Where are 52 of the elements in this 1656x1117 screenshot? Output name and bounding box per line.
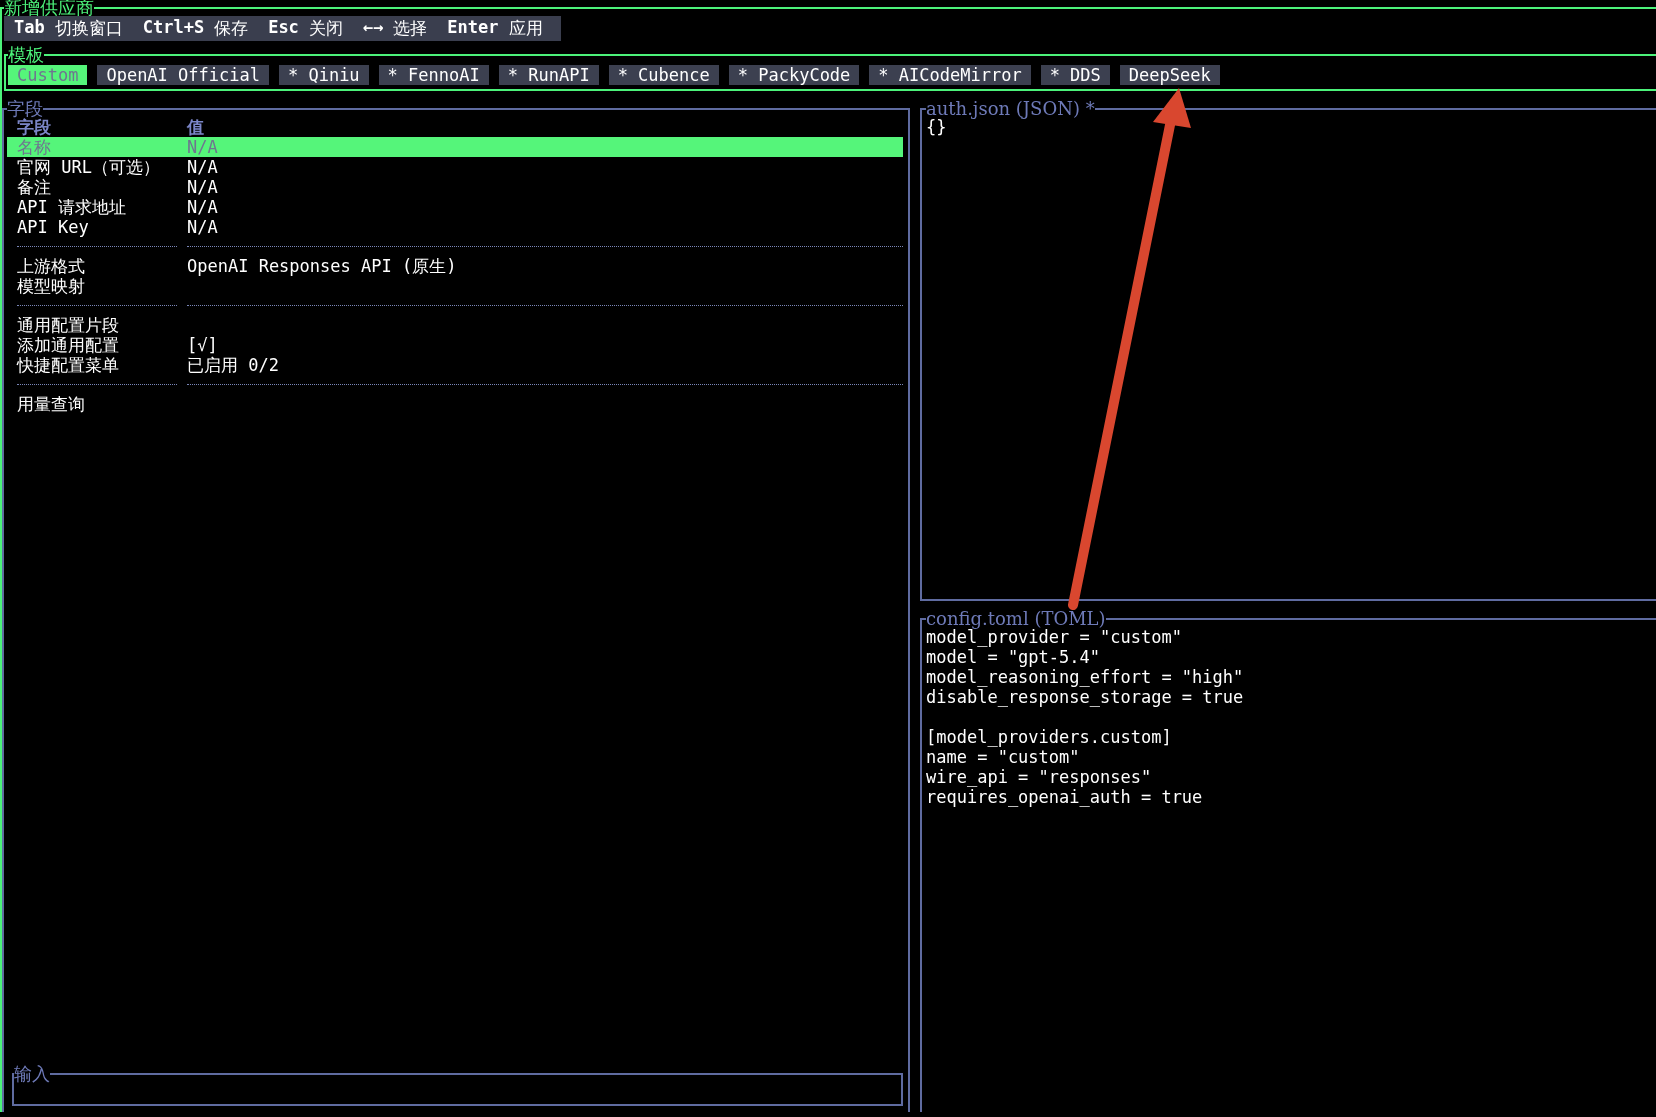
template-tab[interactable]: * Qiniu (278, 65, 369, 85)
code-line: disable_response_storage = true (926, 687, 1245, 707)
field-label: 上游格式 (16, 256, 86, 276)
template-tab[interactable]: * RunAPI (498, 65, 599, 85)
field-value: N/A (187, 197, 218, 217)
column-header: 值 (187, 117, 204, 137)
code-line: name = "custom" (926, 747, 1081, 767)
shortcut-key: Esc (268, 17, 299, 40)
input-field[interactable]: 输入 (12, 1066, 903, 1106)
template-tab[interactable]: * AICodeMirror (869, 65, 1031, 85)
shortcut-key: Enter (447, 17, 499, 40)
code-line: model_reasoning_effort = "high" (926, 667, 1245, 687)
template-tab[interactable]: OpenAI Official (97, 65, 269, 85)
panel-title: 字段 (7, 101, 43, 117)
shortcut-action: 切换窗口 (54, 17, 123, 40)
code-line: wire_api = "responses" (926, 767, 1153, 787)
field-label: 快捷配置菜单 (15, 355, 120, 375)
template-tab[interactable]: * PackyCode (728, 65, 860, 85)
input-title: 输入 (14, 1066, 50, 1082)
shortcut-key: ←→ (362, 17, 384, 40)
code-line: [model_providers.custom] (926, 727, 1173, 747)
field-value: OpenAI Responses API (原生) (187, 256, 457, 276)
field-label: 官网 URL（可选） (16, 157, 161, 177)
template-tab[interactable]: * DDS (1040, 65, 1110, 85)
shortcut-action: 应用 (508, 17, 543, 40)
field-label: 备注 (16, 177, 52, 197)
shortcut-action: 选择 (393, 17, 428, 40)
field-label: 名称 (16, 137, 52, 157)
field-value: 已启用 0/2 (187, 355, 279, 375)
field-label: API Key (16, 217, 90, 237)
shortcut-key: Tab (14, 17, 45, 40)
shortcut-action: 关闭 (308, 17, 343, 40)
field-label: 通用配置片段 (16, 315, 120, 335)
field-label: 用量查询 (16, 394, 86, 414)
code-line: {} (926, 117, 947, 137)
field-value: N/A (187, 157, 218, 177)
field-label: API 请求地址 (16, 197, 127, 217)
code-line: model = "gpt-5.4" (926, 647, 1101, 667)
field-value: N/A (187, 217, 218, 237)
template-tab[interactable]: * Cubence (608, 65, 719, 85)
panel-title: 模板 (8, 47, 44, 63)
column-header: 字段 (17, 117, 52, 137)
shortcut-key: Ctrl+S (142, 17, 205, 40)
template-tab[interactable]: DeepSeek (1119, 65, 1220, 85)
shortcut-action: 保存 (214, 17, 249, 40)
field-value: [√] (187, 335, 218, 355)
field-label: 添加通用配置 (16, 335, 120, 355)
code-line: requires_openai_auth = true (926, 787, 1204, 807)
field-value: N/A (187, 177, 218, 197)
field-label: 模型映射 (16, 276, 86, 296)
field-value: N/A (187, 137, 218, 157)
template-tab[interactable]: * FennoAI (378, 65, 489, 85)
